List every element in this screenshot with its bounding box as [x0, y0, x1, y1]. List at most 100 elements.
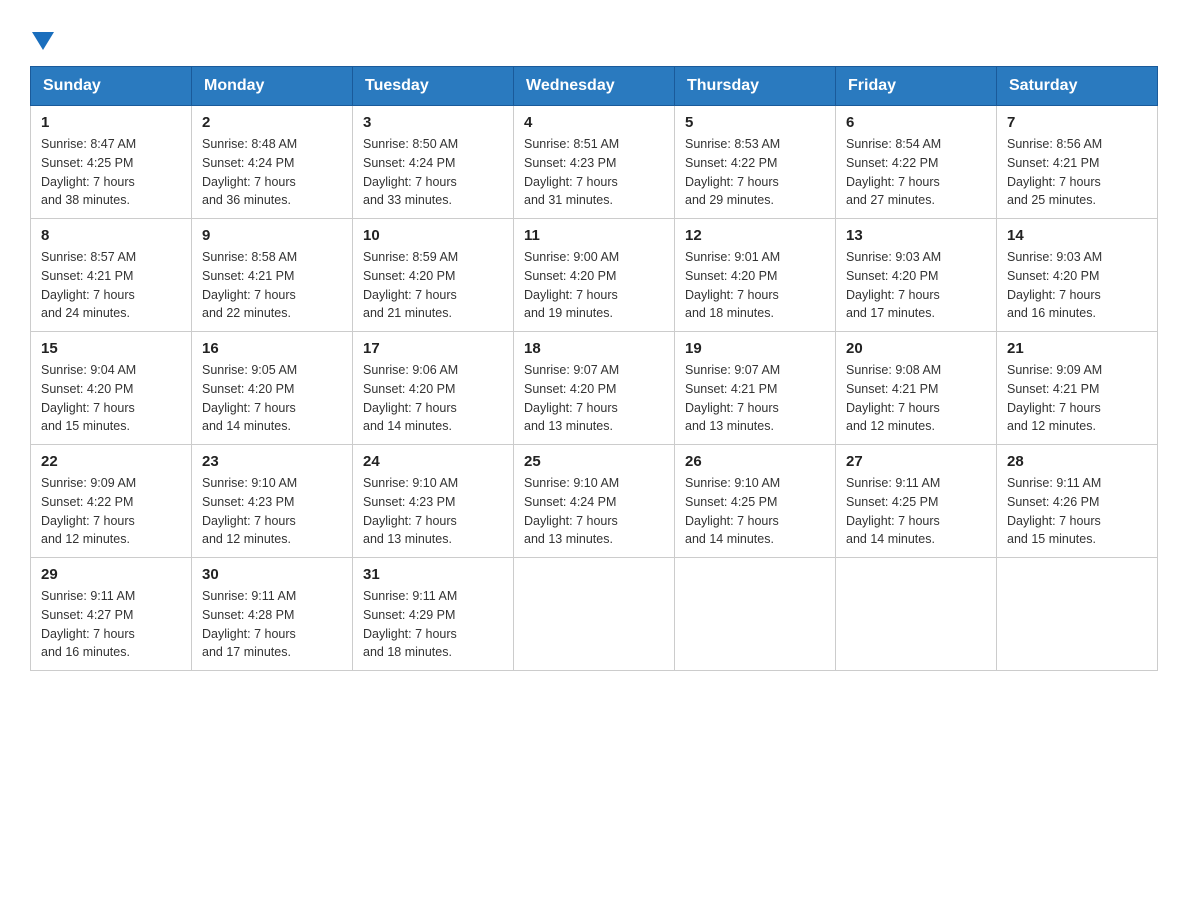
day-number: 5: [685, 114, 825, 131]
calendar-week-row-4: 22 Sunrise: 9:09 AMSunset: 4:22 PMDayligh…: [31, 445, 1158, 558]
calendar-cell: 7 Sunrise: 8:56 AMSunset: 4:21 PMDaylight…: [997, 106, 1158, 219]
day-number: 26: [685, 453, 825, 470]
day-info: Sunrise: 9:06 AMSunset: 4:20 PMDaylight:…: [363, 361, 503, 436]
day-info: Sunrise: 9:11 AMSunset: 4:26 PMDaylight:…: [1007, 474, 1147, 549]
day-info: Sunrise: 9:10 AMSunset: 4:24 PMDaylight:…: [524, 474, 664, 549]
day-info: Sunrise: 8:56 AMSunset: 4:21 PMDaylight:…: [1007, 135, 1147, 210]
day-number: 4: [524, 114, 664, 131]
day-number: 17: [363, 340, 503, 357]
calendar-cell: 3 Sunrise: 8:50 AMSunset: 4:24 PMDaylight…: [353, 106, 514, 219]
calendar-cell: 1Sunrise: 8:47 AMSunset: 4:25 PMDaylight…: [31, 106, 192, 219]
day-info: Sunrise: 9:10 AMSunset: 4:23 PMDaylight:…: [202, 474, 342, 549]
calendar-cell: 6 Sunrise: 8:54 AMSunset: 4:22 PMDaylight…: [836, 106, 997, 219]
day-number: 2: [202, 114, 342, 131]
calendar-cell: 5 Sunrise: 8:53 AMSunset: 4:22 PMDaylight…: [675, 106, 836, 219]
day-info: Sunrise: 9:01 AMSunset: 4:20 PMDaylight:…: [685, 248, 825, 323]
calendar-cell: 25 Sunrise: 9:10 AMSunset: 4:24 PMDayligh…: [514, 445, 675, 558]
day-number: 24: [363, 453, 503, 470]
day-number: 16: [202, 340, 342, 357]
day-number: 6: [846, 114, 986, 131]
calendar-cell: [675, 558, 836, 671]
calendar-week-row-1: 1Sunrise: 8:47 AMSunset: 4:25 PMDaylight…: [31, 106, 1158, 219]
calendar-cell: 20Sunrise: 9:08 AMSunset: 4:21 PMDayligh…: [836, 332, 997, 445]
day-info: Sunrise: 9:10 AMSunset: 4:25 PMDaylight:…: [685, 474, 825, 549]
day-info: Sunrise: 9:03 AMSunset: 4:20 PMDaylight:…: [1007, 248, 1147, 323]
col-saturday: Saturday: [997, 67, 1158, 106]
calendar-cell: 10 Sunrise: 8:59 AMSunset: 4:20 PMDayligh…: [353, 219, 514, 332]
day-info: Sunrise: 9:11 AMSunset: 4:27 PMDaylight:…: [41, 587, 181, 662]
day-info: Sunrise: 8:50 AMSunset: 4:24 PMDaylight:…: [363, 135, 503, 210]
day-number: 19: [685, 340, 825, 357]
calendar-week-row-2: 8Sunrise: 8:57 AMSunset: 4:21 PMDaylight…: [31, 219, 1158, 332]
calendar-header-row: Sunday Monday Tuesday Wednesday Thursday…: [31, 67, 1158, 106]
day-info: Sunrise: 9:05 AMSunset: 4:20 PMDaylight:…: [202, 361, 342, 436]
calendar-cell: 9 Sunrise: 8:58 AMSunset: 4:21 PMDaylight…: [192, 219, 353, 332]
col-thursday: Thursday: [675, 67, 836, 106]
day-number: 7: [1007, 114, 1147, 131]
day-number: 8: [41, 227, 181, 244]
day-number: 13: [846, 227, 986, 244]
day-number: 3: [363, 114, 503, 131]
day-info: Sunrise: 8:47 AMSunset: 4:25 PMDaylight:…: [41, 135, 181, 210]
calendar-cell: 24 Sunrise: 9:10 AMSunset: 4:23 PMDayligh…: [353, 445, 514, 558]
calendar-cell: 19 Sunrise: 9:07 AMSunset: 4:21 PMDayligh…: [675, 332, 836, 445]
calendar-cell: 8Sunrise: 8:57 AMSunset: 4:21 PMDaylight…: [31, 219, 192, 332]
logo: [30, 30, 54, 46]
page-header: [30, 30, 1158, 46]
day-number: 15: [41, 340, 181, 357]
calendar-cell: 11Sunrise: 9:00 AMSunset: 4:20 PMDayligh…: [514, 219, 675, 332]
day-info: Sunrise: 9:11 AMSunset: 4:29 PMDaylight:…: [363, 587, 503, 662]
day-info: Sunrise: 9:09 AMSunset: 4:22 PMDaylight:…: [41, 474, 181, 549]
day-info: Sunrise: 8:51 AMSunset: 4:23 PMDaylight:…: [524, 135, 664, 210]
calendar-cell: 26 Sunrise: 9:10 AMSunset: 4:25 PMDayligh…: [675, 445, 836, 558]
day-number: 29: [41, 566, 181, 583]
calendar-cell: 2 Sunrise: 8:48 AMSunset: 4:24 PMDaylight…: [192, 106, 353, 219]
col-wednesday: Wednesday: [514, 67, 675, 106]
calendar-cell: [514, 558, 675, 671]
day-info: Sunrise: 8:54 AMSunset: 4:22 PMDaylight:…: [846, 135, 986, 210]
calendar-cell: 16 Sunrise: 9:05 AMSunset: 4:20 PMDayligh…: [192, 332, 353, 445]
day-info: Sunrise: 8:58 AMSunset: 4:21 PMDaylight:…: [202, 248, 342, 323]
calendar-cell: 30Sunrise: 9:11 AMSunset: 4:28 PMDayligh…: [192, 558, 353, 671]
day-info: Sunrise: 8:59 AMSunset: 4:20 PMDaylight:…: [363, 248, 503, 323]
day-number: 21: [1007, 340, 1147, 357]
calendar-week-row-5: 29 Sunrise: 9:11 AMSunset: 4:27 PMDayligh…: [31, 558, 1158, 671]
day-number: 9: [202, 227, 342, 244]
calendar-cell: 14 Sunrise: 9:03 AMSunset: 4:20 PMDayligh…: [997, 219, 1158, 332]
calendar-cell: 23Sunrise: 9:10 AMSunset: 4:23 PMDayligh…: [192, 445, 353, 558]
day-info: Sunrise: 9:07 AMSunset: 4:21 PMDaylight:…: [685, 361, 825, 436]
calendar-table: Sunday Monday Tuesday Wednesday Thursday…: [30, 66, 1158, 671]
day-info: Sunrise: 8:53 AMSunset: 4:22 PMDaylight:…: [685, 135, 825, 210]
day-number: 28: [1007, 453, 1147, 470]
col-friday: Friday: [836, 67, 997, 106]
calendar-cell: 4 Sunrise: 8:51 AMSunset: 4:23 PMDaylight…: [514, 106, 675, 219]
day-info: Sunrise: 9:03 AMSunset: 4:20 PMDaylight:…: [846, 248, 986, 323]
day-number: 20: [846, 340, 986, 357]
calendar-cell: 29 Sunrise: 9:11 AMSunset: 4:27 PMDayligh…: [31, 558, 192, 671]
calendar-week-row-3: 15 Sunrise: 9:04 AMSunset: 4:20 PMDayligh…: [31, 332, 1158, 445]
day-info: Sunrise: 9:11 AMSunset: 4:25 PMDaylight:…: [846, 474, 986, 549]
day-info: Sunrise: 9:10 AMSunset: 4:23 PMDaylight:…: [363, 474, 503, 549]
day-info: Sunrise: 9:09 AMSunset: 4:21 PMDaylight:…: [1007, 361, 1147, 436]
calendar-cell: 12 Sunrise: 9:01 AMSunset: 4:20 PMDayligh…: [675, 219, 836, 332]
day-number: 14: [1007, 227, 1147, 244]
day-number: 11: [524, 227, 664, 244]
day-number: 10: [363, 227, 503, 244]
day-info: Sunrise: 9:04 AMSunset: 4:20 PMDaylight:…: [41, 361, 181, 436]
logo-triangle-icon: [32, 32, 54, 50]
day-number: 12: [685, 227, 825, 244]
day-number: 31: [363, 566, 503, 583]
day-number: 30: [202, 566, 342, 583]
calendar-cell: [836, 558, 997, 671]
calendar-cell: 21 Sunrise: 9:09 AMSunset: 4:21 PMDayligh…: [997, 332, 1158, 445]
calendar-cell: 28 Sunrise: 9:11 AMSunset: 4:26 PMDayligh…: [997, 445, 1158, 558]
col-tuesday: Tuesday: [353, 67, 514, 106]
day-number: 25: [524, 453, 664, 470]
col-monday: Monday: [192, 67, 353, 106]
day-number: 18: [524, 340, 664, 357]
day-number: 22: [41, 453, 181, 470]
calendar-cell: 31 Sunrise: 9:11 AMSunset: 4:29 PMDayligh…: [353, 558, 514, 671]
col-sunday: Sunday: [31, 67, 192, 106]
calendar-cell: 27Sunrise: 9:11 AMSunset: 4:25 PMDayligh…: [836, 445, 997, 558]
day-info: Sunrise: 8:48 AMSunset: 4:24 PMDaylight:…: [202, 135, 342, 210]
